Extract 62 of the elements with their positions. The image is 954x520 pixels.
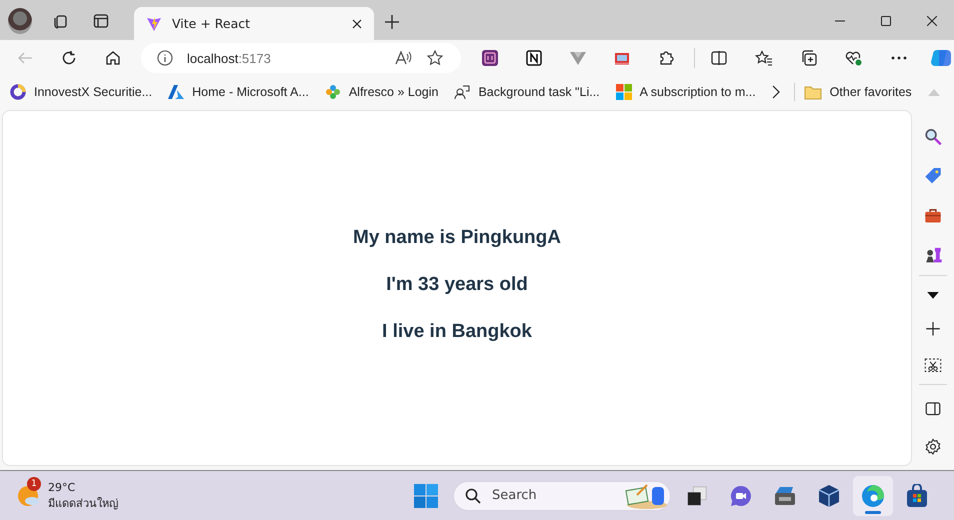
bookmark-item[interactable]: Home - Microsoft A... (168, 84, 309, 100)
collections-icon[interactable] (801, 50, 817, 66)
sidebar-panel-icon[interactable] (925, 402, 941, 416)
extension-icon[interactable] (614, 50, 630, 66)
vite-logo-icon (146, 16, 162, 32)
new-tab-icon[interactable] (385, 15, 399, 29)
favorites-icon[interactable] (755, 50, 773, 66)
split-screen-icon[interactable] (711, 50, 727, 66)
search-highlight-drawing (623, 482, 667, 508)
edge-logo-icon (861, 484, 885, 508)
refresh-icon[interactable] (61, 50, 77, 66)
more-icon[interactable] (891, 56, 907, 60)
windows-logo-icon (616, 84, 632, 100)
star-icon[interactable] (427, 50, 443, 66)
workspaces-icon[interactable] (52, 13, 68, 29)
url-text: localhost:5173 (187, 50, 271, 66)
add-icon[interactable] (926, 322, 940, 336)
chess-pieces-icon[interactable] (924, 246, 942, 264)
bookmark-item[interactable]: Background task "Li... (454, 84, 600, 100)
tag-icon[interactable] (924, 167, 942, 185)
folder-icon (804, 84, 822, 100)
windows-start-icon[interactable] (414, 484, 438, 508)
settings-icon[interactable] (924, 438, 942, 455)
close-icon[interactable] (352, 18, 362, 28)
notion-icon[interactable] (526, 50, 542, 66)
task-icon (454, 84, 470, 100)
bookmark-item[interactable]: InnovestX Securitie... (10, 84, 152, 100)
screenshot-icon[interactable] (924, 358, 942, 374)
health-heart-icon[interactable] (845, 50, 863, 66)
home-icon[interactable] (105, 50, 121, 66)
read-aloud-icon[interactable] (395, 50, 413, 66)
puzzle-icon[interactable] (658, 50, 674, 66)
info-icon[interactable] (157, 50, 173, 66)
notification-badge: 1 (27, 476, 41, 490)
address-bar[interactable]: localhost:5173 (141, 43, 461, 73)
maximize-icon[interactable] (881, 16, 891, 26)
overlapping-windows-icon (686, 484, 708, 506)
tab-title: Vite + React (172, 16, 252, 31)
search-icon[interactable] (465, 488, 481, 504)
cube-icon (817, 484, 841, 508)
ring-logo-icon (10, 84, 26, 100)
video-chat-icon (729, 484, 753, 508)
vue-logo-icon[interactable] (570, 50, 586, 66)
toolbox-icon[interactable] (924, 206, 942, 224)
azure-logo-icon (168, 84, 184, 100)
other-favorites-folder[interactable]: Other favorites (804, 84, 912, 100)
caret-down-icon[interactable] (927, 292, 939, 300)
temperature-text: 29°C (48, 480, 76, 496)
weather-condition-text: มีแดดส่วนใหญ่ (48, 496, 118, 512)
page-heading: I'm 33 years old (386, 272, 528, 296)
chevron-right-icon[interactable] (772, 85, 780, 99)
close-icon[interactable] (927, 16, 937, 26)
extension-icon[interactable] (482, 50, 498, 66)
bookmark-item[interactable]: Alfresco » Login (324, 84, 438, 100)
store-bag-icon (905, 484, 929, 508)
page-heading: My name is PingkungA (353, 226, 561, 250)
flower-logo-icon (324, 84, 341, 100)
search-icon[interactable] (924, 128, 942, 146)
tab-actions-icon[interactable] (93, 13, 109, 29)
bookmark-item[interactable]: A subscription to m... (616, 84, 756, 100)
page-heading: I live in Bangkok (382, 320, 532, 344)
browser-tab[interactable]: Vite + React (134, 7, 374, 40)
